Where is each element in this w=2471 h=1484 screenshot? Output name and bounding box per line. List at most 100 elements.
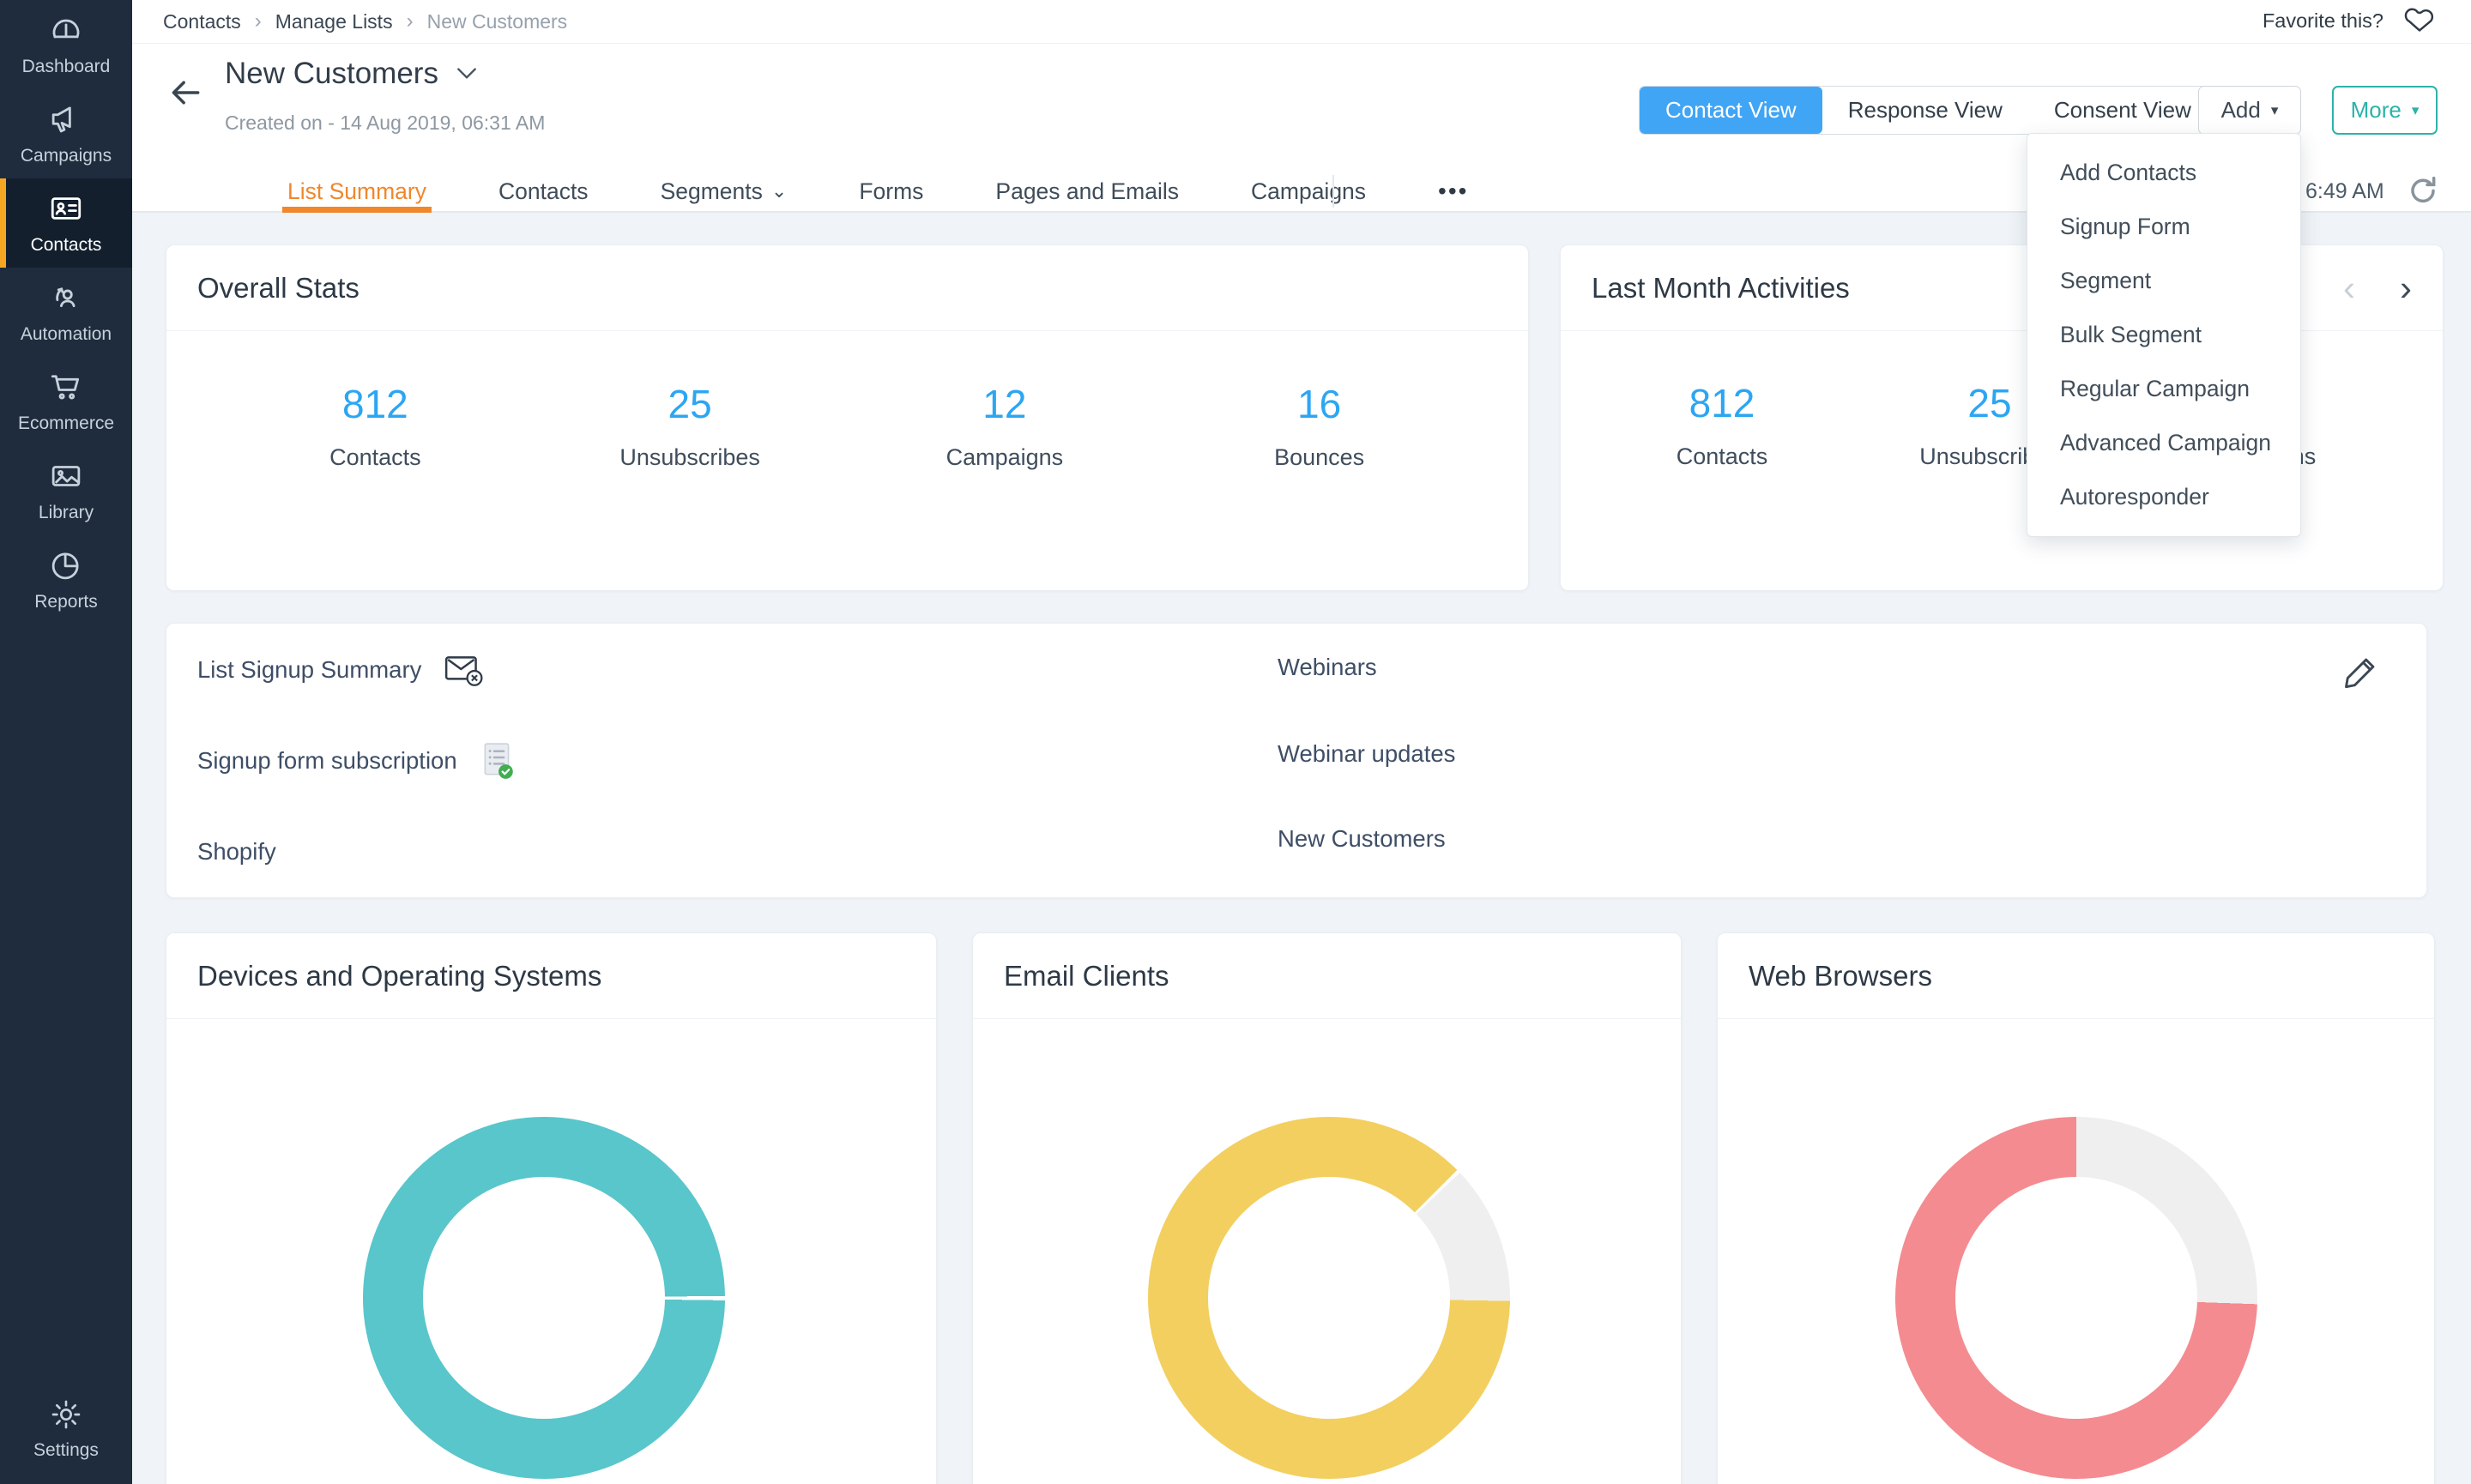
breadcrumb-separator: › — [406, 9, 414, 33]
card-title: Web Browsers — [1718, 933, 2434, 1019]
menu-item-segment[interactable]: Segment — [2027, 254, 2300, 308]
stat-value: 12 — [982, 382, 1027, 426]
sidebar-item-library[interactable]: Library — [0, 446, 132, 535]
tab-segments[interactable]: Segments ⌄ — [656, 172, 793, 211]
stat-contacts: 812 Contacts — [218, 381, 533, 471]
tab-response-view[interactable]: Response View — [1822, 87, 2028, 134]
menu-item-add-contacts[interactable]: Add Contacts — [2027, 146, 2300, 200]
tab-label: Segments — [660, 178, 763, 204]
more-button[interactable]: More ▾ — [2332, 86, 2438, 135]
contact-card-icon — [48, 190, 84, 226]
card-title: Email Clients — [973, 933, 1681, 1019]
gear-icon — [49, 1397, 83, 1432]
tab-contacts[interactable]: Contacts — [493, 172, 594, 211]
sidebar-item-label: Library — [38, 503, 94, 522]
breadcrumb-contacts[interactable]: Contacts — [163, 10, 241, 33]
stat-label: Campaigns — [946, 444, 1064, 470]
stat-contacts: 812 Contacts — [1588, 380, 1856, 470]
stat-value: 812 — [1689, 381, 1755, 425]
sidebar-item-automation[interactable]: Automation — [0, 268, 132, 357]
item-label: Shopify — [197, 838, 276, 865]
refresh-icon[interactable] — [2406, 173, 2440, 208]
sidebar-item-ecommerce[interactable]: Ecommerce — [0, 357, 132, 446]
sidebar-item-settings[interactable]: Settings — [0, 1388, 132, 1470]
tab-pages-and-emails[interactable]: Pages and Emails — [990, 172, 1184, 211]
page-title: New Customers — [225, 57, 438, 90]
menu-item-advanced-campaign[interactable]: Advanced Campaign — [2027, 416, 2300, 470]
tab-label: Campaigns — [1251, 178, 1367, 204]
list-item-webinars[interactable]: Webinars — [1278, 648, 1377, 686]
tab-contact-view[interactable]: Contact View — [1640, 87, 1822, 134]
breadcrumb-current: New Customers — [426, 9, 568, 33]
stat-campaigns: 12 Campaigns — [848, 381, 1163, 471]
web-browsers-donut-chart — [1895, 1117, 2257, 1479]
list-item-webinar-updates[interactable]: Webinar updates — [1278, 735, 1455, 773]
devices-os-card: Devices and Operating Systems — [166, 932, 937, 1484]
tab-consent-view[interactable]: Consent View — [2028, 87, 2217, 134]
menu-item-signup-form[interactable]: Signup Form — [2027, 200, 2300, 254]
menu-item-autoresponder[interactable]: Autoresponder — [2027, 470, 2300, 524]
title-block: New Customers Created on - 14 Aug 2019, … — [225, 57, 545, 135]
chevron-down-icon: ⌄ — [770, 180, 788, 202]
caret-down-icon: ▾ — [2411, 102, 2420, 118]
web-browsers-card: Web Browsers — [1717, 932, 2435, 1484]
devices-os-donut-chart — [363, 1117, 725, 1479]
breadcrumb-separator: › — [254, 9, 262, 33]
stat-label: Unsubscribes — [619, 444, 760, 470]
stat-label: Contacts — [1676, 443, 1768, 469]
pie-chart-icon — [48, 547, 84, 583]
menu-item-bulk-segment[interactable]: Bulk Segment — [2027, 308, 2300, 362]
item-label: Webinar updates — [1278, 740, 1456, 767]
add-dropdown-menu: Add Contacts Signup Form Segment Bulk Se… — [2027, 133, 2301, 537]
add-button[interactable]: Add ▾ — [2198, 86, 2301, 135]
card-title: Last Month Activities — [1592, 271, 1850, 304]
stat-value: 16 — [1297, 382, 1342, 426]
back-button[interactable] — [166, 74, 204, 112]
chevron-down-icon[interactable] — [456, 66, 478, 81]
tab-list-summary[interactable]: List Summary — [282, 172, 432, 213]
tab-campaigns[interactable]: Campaigns — [1246, 172, 1371, 211]
caret-down-icon: ▾ — [2270, 102, 2279, 118]
divider — [132, 43, 2471, 44]
tabs-overflow-button[interactable]: ••• — [1433, 172, 1473, 211]
sidebar-item-label: Ecommerce — [17, 413, 115, 433]
sidebar-item-reports[interactable]: Reports — [0, 535, 132, 624]
tab-label: Contacts — [498, 178, 589, 204]
sidebar-item-label: Campaigns — [20, 146, 112, 166]
sidebar-item-contacts[interactable]: Contacts — [0, 178, 132, 268]
cart-icon — [48, 369, 84, 405]
more-button-label: More — [2350, 97, 2402, 123]
shopify-item[interactable]: Shopify — [197, 833, 276, 871]
email-clients-card: Email Clients — [972, 932, 1682, 1484]
sidebar-item-dashboard[interactable]: Dashboard — [0, 0, 132, 89]
last-updated-time: 6:49 AM — [2305, 179, 2384, 203]
item-label: Signup form subscription — [197, 747, 457, 774]
form-check-icon — [480, 741, 516, 781]
stat-unsubscribes: 25 Unsubscribes — [533, 381, 848, 471]
favorite-control[interactable]: Favorite this? — [2263, 5, 2435, 36]
stat-value: 16 — [2391, 380, 2443, 426]
paginate-left-icon[interactable]: ‹ — [2343, 269, 2355, 306]
sidebar-item-label: Dashboard — [21, 57, 111, 76]
paginate-right-icon[interactable]: › — [2400, 269, 2412, 306]
email-clients-donut-chart — [1148, 1117, 1510, 1479]
sidebar-item-label: Contacts — [30, 235, 102, 255]
signup-form-subscription-item[interactable]: Signup form subscription — [197, 742, 516, 780]
menu-item-regular-campaign[interactable]: Regular Campaign — [2027, 362, 2300, 416]
favorite-label[interactable]: Favorite this? — [2263, 9, 2383, 33]
last-month-activities-card: Last Month Activities ‹ › 812 Contacts 2… — [1560, 244, 2444, 591]
item-label: List Signup Summary — [197, 656, 422, 683]
item-label: Webinars — [1278, 654, 1377, 680]
heart-icon[interactable] — [2404, 5, 2435, 36]
list-signup-summary-item[interactable]: List Signup Summary — [197, 651, 485, 689]
list-item-new-customers[interactable]: New Customers — [1278, 820, 1446, 858]
card-title: Devices and Operating Systems — [166, 933, 936, 1019]
tab-forms[interactable]: Forms — [854, 172, 928, 211]
image-icon — [48, 458, 84, 494]
sidebar-item-campaigns[interactable]: Campaigns — [0, 89, 132, 178]
stat-value: 812 — [342, 382, 408, 426]
sidebar: Dashboard Campaigns Contacts Automation — [0, 0, 132, 1484]
breadcrumb-manage-lists[interactable]: Manage Lists — [275, 10, 393, 33]
stat-label: Bounces — [2391, 443, 2443, 470]
edit-pencil-icon[interactable] — [2341, 653, 2380, 692]
